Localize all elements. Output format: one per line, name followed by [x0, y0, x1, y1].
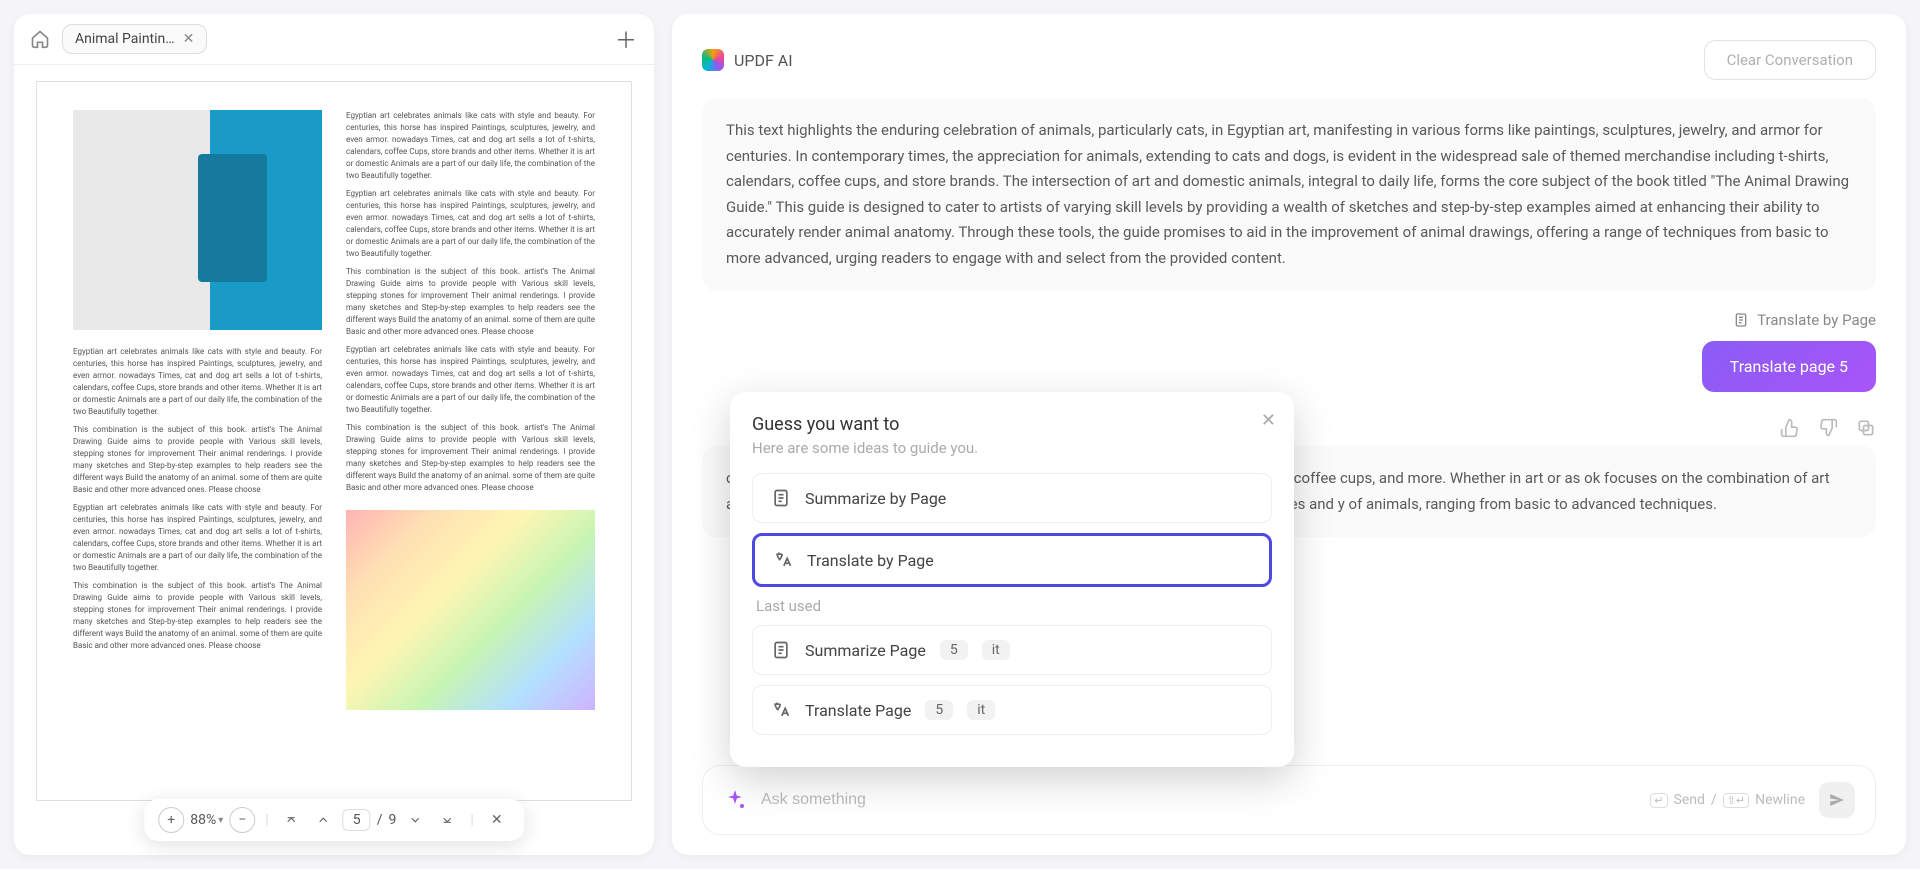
thumbs-up-icon[interactable]: [1780, 418, 1800, 438]
lang-badge: it: [982, 640, 1010, 660]
document-panel: Animal Paintin… ✕ ＋ Egyptian art celebra…: [14, 14, 654, 855]
home-icon[interactable]: [28, 27, 52, 51]
prev-page-button[interactable]: [311, 807, 337, 833]
doc-paragraph: Egyptian art celebrates animals like cat…: [346, 188, 595, 260]
zoom-level[interactable]: 88% ▾: [190, 812, 223, 828]
chat-input[interactable]: [761, 791, 1636, 809]
doc-paragraph: This combination is the subject of this …: [73, 580, 322, 652]
input-hints: ↵ Send / ⇧↵ Newline: [1650, 792, 1805, 808]
separator: |: [261, 812, 272, 828]
translate-header-label: Translate by Page: [1757, 311, 1876, 329]
tab-close-icon[interactable]: ✕: [183, 31, 195, 47]
tab-bar: Animal Paintin… ✕ ＋: [14, 14, 654, 65]
ai-brand-label: UPDF AI: [734, 51, 793, 70]
close-icon[interactable]: ✕: [1261, 410, 1276, 431]
thumbs-down-icon[interactable]: [1818, 418, 1838, 438]
document-icon: [1733, 312, 1749, 328]
popup-item-translate[interactable]: Translate by Page: [752, 533, 1272, 587]
translate-icon: [771, 700, 791, 720]
doc-paragraph: Egyptian art celebrates animals like cat…: [73, 346, 322, 418]
doc-paragraph: Egyptian art celebrates animals like cat…: [346, 344, 595, 416]
chat-header: UPDF AI Clear Conversation: [702, 40, 1876, 80]
shift-enter-key-icon: ⇧↵: [1723, 793, 1749, 808]
tab-label: Animal Paintin…: [75, 31, 175, 47]
popup-recent-summarize[interactable]: Summarize Page 5 it: [752, 625, 1272, 675]
doc-paragraph: Egyptian art celebrates animals like cat…: [346, 110, 595, 182]
translate-icon: [773, 550, 793, 570]
hint-newline: Newline: [1755, 792, 1805, 808]
doc-paragraph: This combination is the subject of this …: [73, 424, 322, 496]
last-page-button[interactable]: [434, 807, 460, 833]
popup-item-summarize[interactable]: Summarize by Page: [752, 473, 1272, 523]
popup-section-last-used: Last used: [756, 597, 1272, 615]
popup-item-label: Summarize by Page: [805, 489, 946, 508]
page-sep: /: [377, 812, 383, 828]
page-input[interactable]: 5: [343, 809, 371, 831]
popup-item-label: Translate Page: [805, 701, 911, 720]
doc-paragraph: This combination is the subject of this …: [346, 266, 595, 338]
document-icon: [771, 640, 791, 660]
tab-document[interactable]: Animal Paintin… ✕: [62, 24, 207, 54]
copy-icon[interactable]: [1856, 418, 1876, 438]
document-page: Egyptian art celebrates animals like cat…: [36, 81, 632, 801]
doc-column-right: Egyptian art celebrates animals like cat…: [346, 110, 595, 772]
zoom-value: 88%: [190, 812, 216, 828]
clear-conversation-button[interactable]: Clear Conversation: [1704, 40, 1876, 80]
translate-section-header: Translate by Page: [702, 311, 1876, 329]
doc-paragraph: This combination is the subject of this …: [346, 422, 595, 494]
popup-item-label: Translate by Page: [807, 551, 934, 570]
popup-title: Guess you want to: [752, 414, 1272, 435]
hint-send: Send: [1674, 792, 1705, 808]
hint-sep: /: [1711, 792, 1717, 808]
chat-input-bar: ↵ Send / ⇧↵ Newline: [702, 765, 1876, 835]
zoom-in-button[interactable]: +: [158, 807, 184, 833]
page-toolbar: + 88% ▾ − | 5 / 9 | ✕: [144, 799, 524, 841]
document-icon: [771, 488, 791, 508]
chevron-down-icon: ▾: [218, 815, 223, 826]
next-page-button[interactable]: [402, 807, 428, 833]
translate-page-button[interactable]: Translate page 5: [1702, 341, 1876, 392]
zoom-out-button[interactable]: −: [229, 807, 255, 833]
popup-recent-translate[interactable]: Translate Page 5 it: [752, 685, 1272, 735]
lang-badge: it: [967, 700, 995, 720]
suggestion-popup: ✕ Guess you want to Here are some ideas …: [730, 392, 1294, 767]
sparkle-icon[interactable]: [723, 788, 747, 812]
page-total: 9: [388, 812, 396, 828]
page-badge: 5: [940, 640, 968, 660]
close-toolbar-button[interactable]: ✕: [484, 807, 510, 833]
separator: |: [466, 812, 477, 828]
updf-logo-icon: [702, 49, 724, 71]
doc-column-left: Egyptian art celebrates animals like cat…: [73, 110, 322, 772]
first-page-button[interactable]: [279, 807, 305, 833]
enter-key-icon: ↵: [1650, 793, 1667, 808]
popup-item-label: Summarize Page: [805, 641, 926, 660]
ai-message: This text highlights the enduring celebr…: [702, 98, 1876, 291]
send-button[interactable]: [1819, 782, 1855, 818]
page-badge: 5: [925, 700, 953, 720]
ai-brand: UPDF AI: [702, 49, 793, 71]
popup-subtitle: Here are some ideas to guide you.: [752, 439, 1272, 457]
doc-paragraph: Egyptian art celebrates animals like cat…: [73, 502, 322, 574]
doc-image-pencils: [346, 510, 595, 710]
translate-button-row: Translate page 5: [702, 341, 1876, 392]
document-viewport[interactable]: Egyptian art celebrates animals like cat…: [14, 65, 654, 855]
doc-image-elephant: [73, 110, 322, 330]
tab-add-button[interactable]: ＋: [612, 25, 640, 53]
